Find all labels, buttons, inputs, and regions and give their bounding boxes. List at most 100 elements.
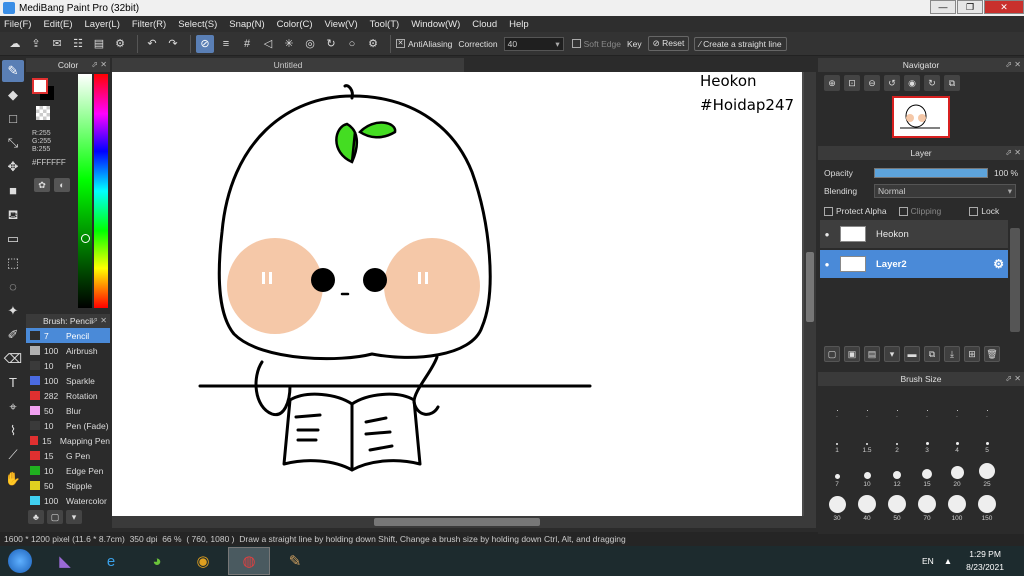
brush-size-option[interactable]: 5 — [972, 422, 1002, 456]
opacity-slider[interactable] — [874, 168, 988, 178]
lock-checkbox[interactable] — [969, 206, 979, 216]
settings-doc-icon[interactable]: ⚙ — [111, 35, 129, 53]
menu-help[interactable]: Help — [509, 19, 529, 30]
canvas-area[interactable]: Heokon #Hoidap247 — [112, 72, 816, 516]
reset-button[interactable]: ⊘ Reset — [647, 36, 690, 51]
hand-tool-icon[interactable]: ✋ — [2, 468, 24, 490]
start-button[interactable] — [8, 549, 32, 573]
circle-snap-icon[interactable]: ○ — [343, 35, 361, 53]
brush-item[interactable]: 282 Rotation — [26, 388, 110, 403]
brush-size-option[interactable]: 30 — [822, 490, 852, 524]
curve-snap-icon[interactable]: ↻ — [322, 35, 340, 53]
divide-tool-icon[interactable]: ⟋ — [2, 444, 24, 466]
add-brush-icon[interactable]: ♣ — [28, 510, 44, 524]
panel-controls-icon[interactable]: ⬀ ✕ — [1005, 58, 1021, 72]
panel-controls-icon[interactable]: ⬀ ✕ — [1005, 372, 1021, 386]
panel-controls-icon[interactable]: ⬀ ✕ — [91, 314, 107, 328]
brush-size-option[interactable]: · — [942, 388, 972, 422]
eraser-tool-icon[interactable]: ◆ — [2, 84, 24, 106]
brush-size-option[interactable]: 25 — [972, 456, 1002, 490]
medibang-icon[interactable]: ◍ — [228, 547, 270, 575]
brush-size-option[interactable]: 12 — [882, 456, 912, 490]
hue-slider[interactable] — [94, 74, 108, 308]
rotate-left-icon[interactable]: ↺ — [884, 75, 900, 91]
dot-tool-icon[interactable]: ⤡ — [2, 132, 24, 154]
snap-settings-icon[interactable]: ⚙ — [364, 35, 382, 53]
brush-item[interactable]: 100 Sparkle — [26, 373, 110, 388]
menu-filter[interactable]: Filter(R) — [132, 19, 166, 30]
rotate-reset-icon[interactable]: ◉ — [904, 75, 920, 91]
share-icon[interactable]: ⇪ — [27, 35, 45, 53]
perspective-snap-icon[interactable]: ◁ — [259, 35, 277, 53]
brush-size-option[interactable]: 1 — [822, 422, 852, 456]
paint-icon[interactable]: ✎ — [274, 547, 316, 575]
brush-tool-icon[interactable]: ✎ — [2, 60, 24, 82]
new-8bit-layer-icon[interactable]: ▤ — [864, 346, 880, 362]
menu-tool[interactable]: Tool(T) — [370, 19, 400, 30]
vertical-scroll-thumb[interactable] — [806, 252, 814, 322]
horizontal-scroll-thumb[interactable] — [374, 518, 540, 526]
fill-rect-tool-icon[interactable]: ■ — [2, 180, 24, 202]
brush-item[interactable]: 50 Blur — [26, 403, 110, 418]
chrome-icon[interactable]: ◉ — [182, 547, 224, 575]
vertical-scrollbar[interactable] — [804, 72, 816, 516]
operation-tool-icon[interactable]: ⌖ — [2, 396, 24, 418]
delete-layer-icon[interactable]: 🗑 — [984, 346, 1000, 362]
new-halftone-layer-icon[interactable]: ▣ — [844, 346, 860, 362]
menu-snap[interactable]: Snap(N) — [229, 19, 264, 30]
layer-item-heokon[interactable]: ● Heokon — [820, 220, 1008, 248]
document-icon[interactable]: ▤ — [90, 35, 108, 53]
menu-edit[interactable]: Edit(E) — [43, 19, 72, 30]
menu-select[interactable]: Select(S) — [178, 19, 217, 30]
snap-off-icon[interactable]: ⊘ — [196, 34, 214, 53]
brush-menu-icon[interactable]: ▾ — [66, 510, 82, 524]
merge-down-icon[interactable]: ⤓ — [944, 346, 960, 362]
cloud-icon[interactable]: ☁ — [6, 35, 24, 53]
brush-size-option[interactable]: 70 — [912, 490, 942, 524]
canvas[interactable]: Heokon #Hoidap247 — [112, 72, 802, 516]
brush-size-option[interactable]: 10 — [852, 456, 882, 490]
zoom-out-icon[interactable]: ⊖ — [864, 75, 880, 91]
eyedropper-icon[interactable]: ⌇ — [2, 420, 24, 442]
brush-item[interactable]: 10 Pen (Fade) — [26, 418, 110, 433]
brush-size-option[interactable]: 15 — [912, 456, 942, 490]
minimize-button[interactable]: — — [930, 0, 956, 14]
brush-size-option[interactable]: 4 — [942, 422, 972, 456]
redo-icon[interactable]: ↷ — [164, 35, 182, 53]
bucket-tool-icon[interactable]: ⛾ — [2, 204, 24, 226]
internet-explorer-icon[interactable]: e — [90, 547, 132, 575]
correction-select[interactable]: 40 — [503, 36, 564, 51]
radial-snap-icon[interactable]: ✳ — [280, 35, 298, 53]
select-pen-icon[interactable]: ✐ — [2, 324, 24, 346]
navigator-thumbnail[interactable] — [892, 96, 950, 138]
brush-size-option[interactable]: 40 — [852, 490, 882, 524]
duplicate-layer-icon[interactable]: ⧉ — [924, 346, 940, 362]
panel-controls-icon[interactable]: ⬀ ✕ — [91, 58, 107, 72]
comment-icon[interactable]: ✉ — [48, 35, 66, 53]
message-icon[interactable]: ☷ — [69, 35, 87, 53]
magic-wand-icon[interactable]: ✦ — [2, 300, 24, 322]
saturation-handle[interactable] — [81, 234, 90, 243]
menu-cloud[interactable]: Cloud — [472, 19, 497, 30]
brush-size-option[interactable]: 2 — [882, 422, 912, 456]
brush-item[interactable]: 10 Edge Pen — [26, 463, 110, 478]
transparent-color-swatch[interactable] — [36, 106, 50, 120]
menu-layer[interactable]: Layer(L) — [85, 19, 120, 30]
saturation-slider[interactable] — [78, 74, 92, 308]
horizontal-scrollbar[interactable] — [112, 516, 816, 528]
protect-alpha-checkbox[interactable] — [824, 206, 833, 216]
clipping-checkbox[interactable] — [898, 206, 908, 216]
brush-size-option[interactable]: 1.5 — [852, 422, 882, 456]
parallel-snap-icon[interactable]: ≡ — [217, 35, 235, 53]
layer-settings-icon[interactable]: ⚙ — [993, 257, 1004, 271]
layer-item-layer2[interactable]: ● Layer2 ⚙ — [820, 250, 1008, 278]
menu-file[interactable]: File(F) — [4, 19, 31, 30]
brush-size-option[interactable]: 100 — [942, 490, 972, 524]
panel-controls-icon[interactable]: ⬀ ✕ — [1005, 146, 1021, 160]
select-eraser-icon[interactable]: ⌫ — [2, 348, 24, 370]
grid-snap-icon[interactable]: # — [238, 35, 256, 53]
brush-size-option[interactable]: 3 — [912, 422, 942, 456]
brush-size-option[interactable]: 20 — [942, 456, 972, 490]
move-tool-icon[interactable]: ✥ — [2, 156, 24, 178]
layer-scrollbar[interactable] — [1010, 228, 1020, 332]
